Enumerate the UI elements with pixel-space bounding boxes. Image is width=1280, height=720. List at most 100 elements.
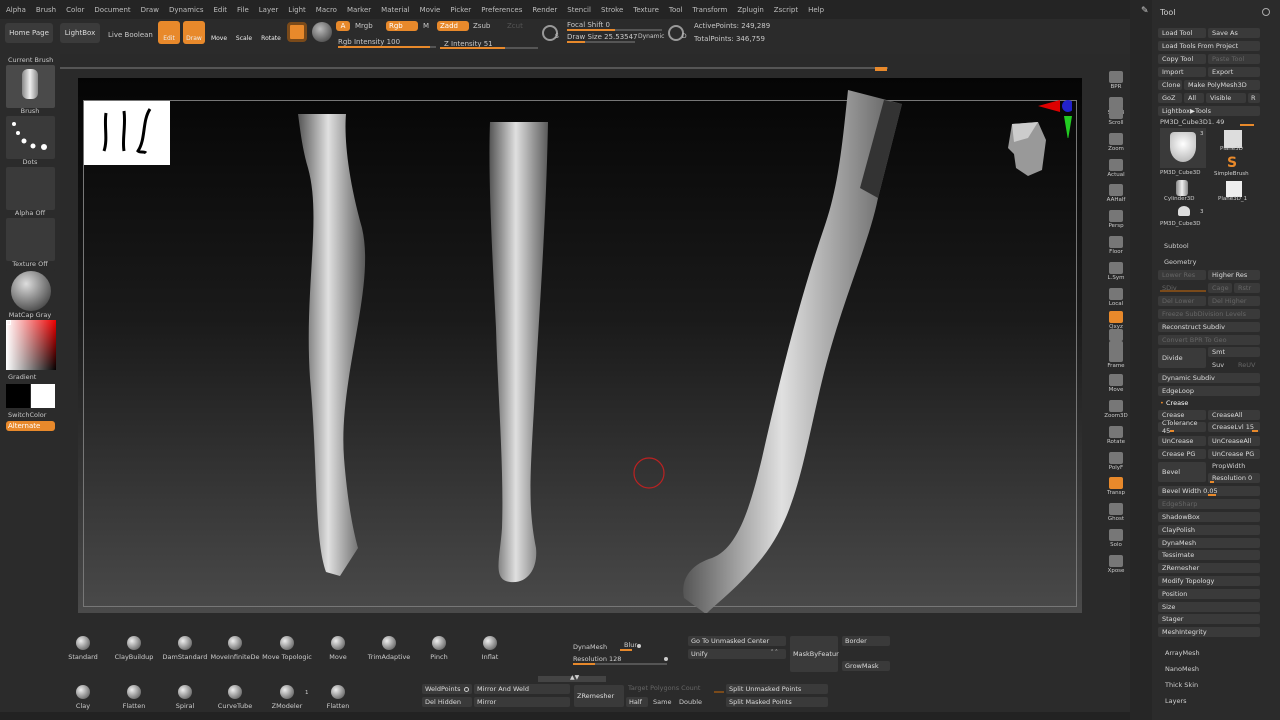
brush-claybuildup[interactable]: ClayBuildup [109, 636, 159, 661]
view-tool-frame[interactable]: Frame [1104, 347, 1128, 369]
uncrease-all-button[interactable]: UnCreaseAll [1208, 436, 1260, 446]
suv-button[interactable]: Suv [1212, 361, 1224, 369]
export-button[interactable]: Export [1208, 67, 1260, 77]
menu-item-tool[interactable]: Tool [669, 6, 683, 14]
geometry-position-button[interactable]: Position [1158, 588, 1260, 599]
move-button[interactable]: Move [208, 21, 230, 44]
lightbox-button[interactable]: LightBox [60, 23, 100, 43]
brush-flatten[interactable]: Flatten [313, 685, 363, 710]
same-button[interactable]: Same [653, 698, 671, 706]
view-tool-local[interactable]: Local [1104, 285, 1128, 307]
geometry-zremesher-button[interactable]: ZRemesher [1158, 563, 1260, 574]
load-tool-button[interactable]: Load Tool [1158, 28, 1206, 38]
axis-gizmo-icon[interactable] [1038, 98, 1074, 140]
crease-all-button[interactable]: CreaseAll [1208, 410, 1260, 420]
nanomesh-header[interactable]: NanoMesh [1165, 665, 1199, 673]
scale-button[interactable]: Scale [233, 21, 255, 44]
current-tool-slider[interactable]: PM3D_Cube3D1. 49 [1160, 118, 1224, 126]
menu-item-stroke[interactable]: Stroke [601, 6, 623, 14]
zremesher-button[interactable]: ZRemesher [574, 685, 624, 707]
geometry-dynamesh-button[interactable]: DynaMesh [1158, 537, 1260, 548]
freeze-subdiv-button[interactable]: Freeze SubDivision Levels [1158, 309, 1260, 319]
del-lower-button[interactable]: Del Lower [1158, 296, 1206, 306]
a-button[interactable]: A [336, 21, 350, 31]
divide-button[interactable]: Divide [1158, 348, 1206, 368]
uncrease-button[interactable]: UnCrease [1158, 436, 1206, 446]
geometry-size-button[interactable]: Size [1158, 601, 1260, 612]
cube2-thumb-icon[interactable] [1178, 206, 1190, 216]
import-button[interactable]: Import [1158, 67, 1206, 77]
rgb-intensity-slider[interactable]: Rgb Intensity 100 [338, 38, 400, 46]
view-tool-ghost[interactable]: Ghost [1104, 500, 1128, 522]
bevel-resolution-slider[interactable]: Resolution 0 [1208, 473, 1260, 483]
go-unmasked-center-button[interactable]: Go To Unmasked Center [688, 636, 786, 646]
smt-button[interactable]: Smt [1208, 347, 1260, 357]
shelf-toggle-icon[interactable]: ▲▼ [570, 674, 579, 681]
view-tool-floor[interactable]: Floor [1104, 233, 1128, 255]
brush-flatten[interactable]: Flatten [109, 685, 159, 710]
ctolerance-slider[interactable]: CTolerance 45 [1158, 419, 1206, 435]
secondary-color-swatch[interactable] [6, 384, 30, 408]
crease-pg-button[interactable]: Crease PG [1158, 449, 1206, 459]
view-tool-bpr[interactable]: BPR [1104, 68, 1128, 90]
lower-res-button[interactable]: Lower Res [1158, 270, 1206, 280]
view-tool-actual[interactable]: Actual [1104, 156, 1128, 178]
arraymesh-header[interactable]: ArrayMesh [1165, 649, 1200, 657]
reconstruct-subdiv-button[interactable]: Reconstruct Subdiv [1158, 322, 1260, 332]
material-tile[interactable] [6, 269, 55, 312]
alternate-button[interactable]: Alternate [6, 421, 55, 431]
menu-item-zplugin[interactable]: Zplugin [737, 6, 763, 14]
view-tool-transp[interactable]: Transp [1104, 474, 1128, 496]
split-unmasked-button[interactable]: Split Unmasked Points [726, 684, 828, 694]
brush-damstandard[interactable]: DamStandard [160, 636, 210, 661]
menu-item-brush[interactable]: Brush [36, 6, 56, 14]
menu-item-color[interactable]: Color [66, 6, 84, 14]
cylinder-thumb-icon[interactable] [1176, 180, 1188, 196]
bevel-button[interactable]: Bevel [1158, 462, 1206, 482]
switchcolor-button[interactable]: SwitchColor [0, 411, 60, 419]
view-tool-persp[interactable]: Persp [1104, 207, 1128, 229]
view-tool-scroll[interactable]: Scroll [1104, 104, 1128, 126]
menu-item-render[interactable]: Render [532, 6, 557, 14]
live-boolean-button[interactable]: Live Boolean [108, 31, 153, 39]
menu-item-file[interactable]: File [237, 6, 249, 14]
geometry-tessimate-button[interactable]: Tessimate [1158, 550, 1260, 561]
growmask-button[interactable]: GrowMask [842, 661, 890, 671]
higher-res-button[interactable]: Higher Res [1208, 270, 1260, 280]
brush-move-topologic[interactable]: Move Topologic [262, 636, 312, 661]
weldpoints-toggle-icon[interactable] [464, 687, 469, 692]
mask-by-feature-button[interactable]: MaskByFeatur [790, 636, 839, 672]
brush-pinch[interactable]: Pinch [414, 636, 464, 661]
menu-item-alpha[interactable]: Alpha [6, 6, 26, 14]
brush-move[interactable]: Move [313, 636, 363, 661]
unify-arrows-icon[interactable]: ⌃⌃ [770, 649, 778, 655]
canvas-viewport[interactable] [78, 78, 1082, 613]
uncrease-pg-button[interactable]: UnCrease PG [1208, 449, 1260, 459]
geometry-stager-button[interactable]: Stager [1158, 614, 1260, 625]
dynamic-button[interactable]: Dynamic [638, 33, 664, 40]
double-button[interactable]: Double [679, 698, 702, 706]
edit-button[interactable]: Edit [158, 21, 180, 44]
edgeloop-button[interactable]: EdgeLoop [1158, 386, 1260, 396]
rotate-button[interactable]: Rotate [258, 21, 284, 44]
clone-button[interactable]: Clone [1158, 80, 1182, 90]
convert-bpr-button[interactable]: Convert BPR To Geo [1158, 335, 1260, 345]
geometry-shadowbox-button[interactable]: ShadowBox [1158, 512, 1260, 522]
reuv-button[interactable]: ReUV [1238, 361, 1255, 369]
color-picker-handle[interactable] [6, 320, 11, 325]
make-polymesh-button[interactable]: Make PolyMesh3D [1184, 80, 1260, 90]
rgb-intensity-track[interactable] [338, 46, 436, 48]
rstr-button[interactable]: Rstr [1234, 283, 1260, 293]
view-tool-zoom3d[interactable]: Zoom3D [1104, 397, 1128, 419]
mirror-button[interactable]: Mirror [474, 697, 570, 707]
mrgb-button[interactable]: Mrgb [355, 22, 373, 30]
focal-shift-slider[interactable]: Focal Shift 0 [567, 21, 610, 29]
brush-zmodeler[interactable]: ZModeler [262, 685, 312, 710]
target-polygons-slider[interactable]: Target Polygons Count [628, 684, 700, 692]
prop-width-toggle[interactable]: PropWidth [1212, 462, 1245, 470]
paste-tool-button[interactable]: Paste Tool [1208, 54, 1260, 64]
view-tool-aahalf[interactable]: AAHalf [1104, 181, 1128, 203]
view-tool-l-sym[interactable]: L.Sym [1104, 259, 1128, 281]
brush-trimadaptive[interactable]: TrimAdaptive [364, 636, 414, 661]
geometry-header[interactable]: Geometry [1164, 258, 1196, 266]
